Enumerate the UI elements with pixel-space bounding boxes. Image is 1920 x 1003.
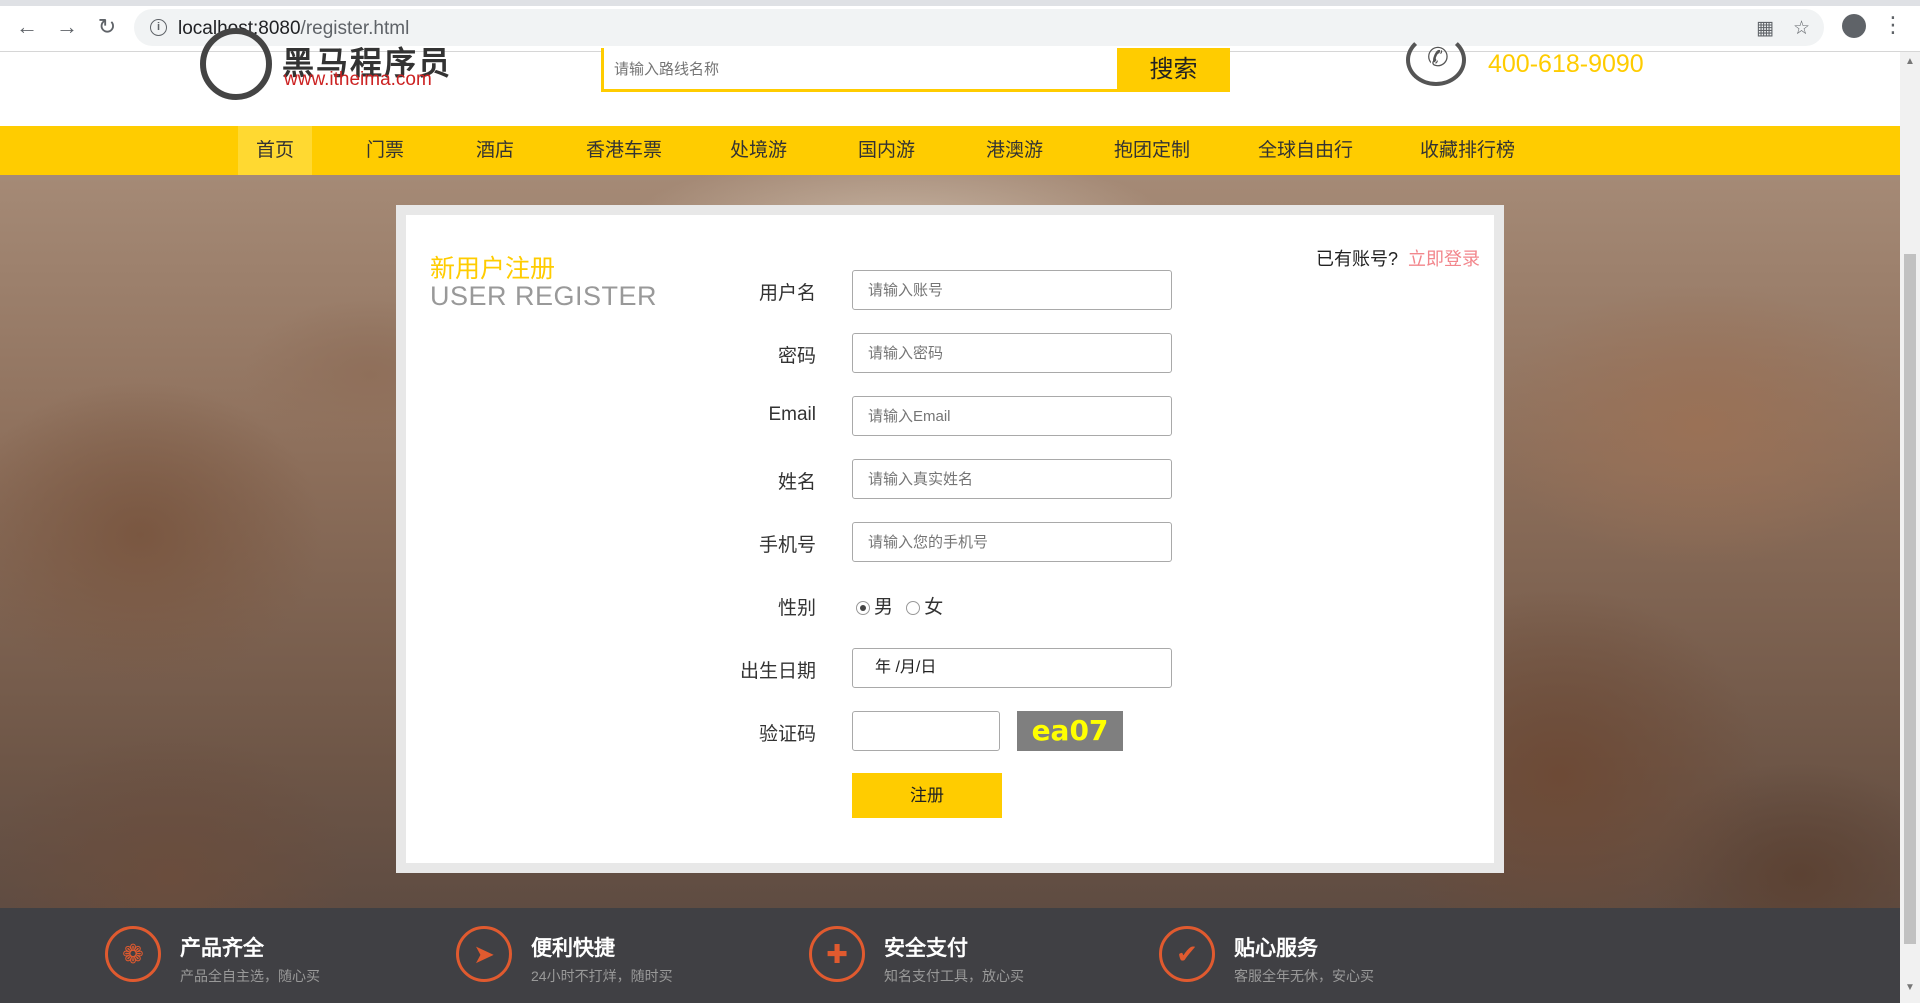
tab-strip xyxy=(0,0,1920,6)
shield-icon: ✚ xyxy=(809,926,865,982)
scroll-thumb[interactable] xyxy=(1904,254,1916,944)
gender-male-label[interactable]: 男 xyxy=(874,597,893,618)
phone-icon: ✆ xyxy=(1406,34,1466,86)
captcha-image[interactable]: ea07 xyxy=(1017,711,1123,751)
nav-item-hk-bus[interactable]: 香港车票 xyxy=(568,126,680,175)
search-button[interactable]: 搜索 xyxy=(1117,48,1230,92)
email-input[interactable] xyxy=(852,396,1172,436)
site-header: 黑马程序员 www.itheima.com 搜索 ✆ 400-618-9090 xyxy=(0,28,1900,126)
register-button[interactable]: 注册 xyxy=(852,773,1002,818)
gender-options: 男 女 xyxy=(856,592,943,619)
birthday-input[interactable]: 年 /月/日 xyxy=(852,648,1172,688)
nav-item-hk-macau[interactable]: 港澳游 xyxy=(968,126,1061,175)
username-label: 用户名 xyxy=(758,283,816,304)
register-panel: 新用户注册 USER REGISTER 已有账号? 立即登录 用户名 密码 Em… xyxy=(396,205,1504,873)
translate-icon[interactable]: ▦ xyxy=(1756,17,1774,40)
rocket-icon: ➤ xyxy=(456,926,512,982)
grid-icon: ❁ xyxy=(105,926,161,982)
gender-female-label[interactable]: 女 xyxy=(924,597,943,618)
register-title-en: USER REGISTER xyxy=(430,281,658,311)
feature-title: 贴心服务 xyxy=(1234,937,1318,960)
nav-item-home[interactable]: 首页 xyxy=(238,126,313,175)
site-logo[interactable]: 黑马程序员 www.itheima.com xyxy=(200,28,460,100)
register-title-cn: 新用户注册 xyxy=(430,255,556,283)
site-footer: ❁ 产品齐全 产品全自主选，随心买 ➤ 便利快捷 24小时不打烊，随时买 ✚ 安… xyxy=(0,908,1900,1003)
feature-desc: 客服全年无休，安心买 xyxy=(1234,968,1374,984)
login-link[interactable]: 立即登录 xyxy=(1408,245,1480,271)
nav-item-global-free[interactable]: 全球自由行 xyxy=(1240,126,1371,175)
scroll-up-icon[interactable]: ▲ xyxy=(1905,56,1915,67)
thumbs-up-icon: ✔ xyxy=(1159,926,1215,982)
scroll-down-icon[interactable]: ▼ xyxy=(1905,982,1915,993)
gender-male-radio[interactable] xyxy=(856,600,870,615)
nav-item-outbound[interactable]: 处境游 xyxy=(712,126,805,175)
feature-desc: 产品全自主选，随心买 xyxy=(180,968,320,984)
register-form: 新用户注册 USER REGISTER 已有账号? 立即登录 用户名 密码 Em… xyxy=(406,215,1494,863)
back-icon[interactable]: ← xyxy=(14,14,40,40)
email-label: Email xyxy=(768,404,816,425)
forward-icon[interactable]: → xyxy=(54,14,80,40)
nav-item-favorites-rank[interactable]: 收藏排行榜 xyxy=(1402,126,1533,175)
nav-item-hotel[interactable]: 酒店 xyxy=(458,126,532,175)
feature-desc: 24小时不打烊，随时买 xyxy=(531,968,673,984)
main-nav: 首页 门票 酒店 香港车票 处境游 国内游 港澳游 抱团定制 全球自由行 收藏排… xyxy=(0,126,1900,175)
phone-input[interactable] xyxy=(852,522,1172,562)
feature-title: 便利快捷 xyxy=(531,937,615,960)
gender-female-radio[interactable] xyxy=(906,600,921,615)
phone-label: 手机号 xyxy=(758,535,816,556)
search-input[interactable] xyxy=(614,56,1094,82)
gender-label: 性别 xyxy=(777,598,816,619)
captcha-label: 验证码 xyxy=(758,724,816,745)
nav-item-group-custom[interactable]: 抱团定制 xyxy=(1096,126,1208,175)
nav-item-tickets[interactable]: 门票 xyxy=(348,126,422,175)
username-input[interactable] xyxy=(852,270,1172,310)
hotline-number: 400-618-9090 xyxy=(1488,50,1644,78)
birthday-label: 出生日期 xyxy=(739,661,816,682)
password-input[interactable] xyxy=(852,333,1172,373)
info-icon[interactable]: i xyxy=(150,19,167,36)
page-scrollbar[interactable]: ▲ ▼ xyxy=(1900,52,1920,1003)
reload-icon[interactable]: ↻ xyxy=(94,14,120,40)
password-label: 密码 xyxy=(777,346,816,367)
logo-mark xyxy=(200,28,272,100)
feature-title: 安全支付 xyxy=(884,937,968,960)
feature-desc: 知名支付工具，放心买 xyxy=(884,968,1024,984)
name-label: 姓名 xyxy=(777,472,816,493)
captcha-input[interactable] xyxy=(852,711,1000,751)
nav-item-domestic[interactable]: 国内游 xyxy=(840,126,933,175)
have-account-text: 已有账号? xyxy=(1316,249,1399,269)
feature-title: 产品齐全 xyxy=(180,937,264,960)
account-icon[interactable] xyxy=(1842,14,1866,38)
logo-site: www.itheima.com xyxy=(284,69,432,90)
menu-icon[interactable]: ⋮ xyxy=(1882,12,1904,38)
name-input[interactable] xyxy=(852,459,1172,499)
star-icon[interactable]: ☆ xyxy=(1793,17,1810,40)
